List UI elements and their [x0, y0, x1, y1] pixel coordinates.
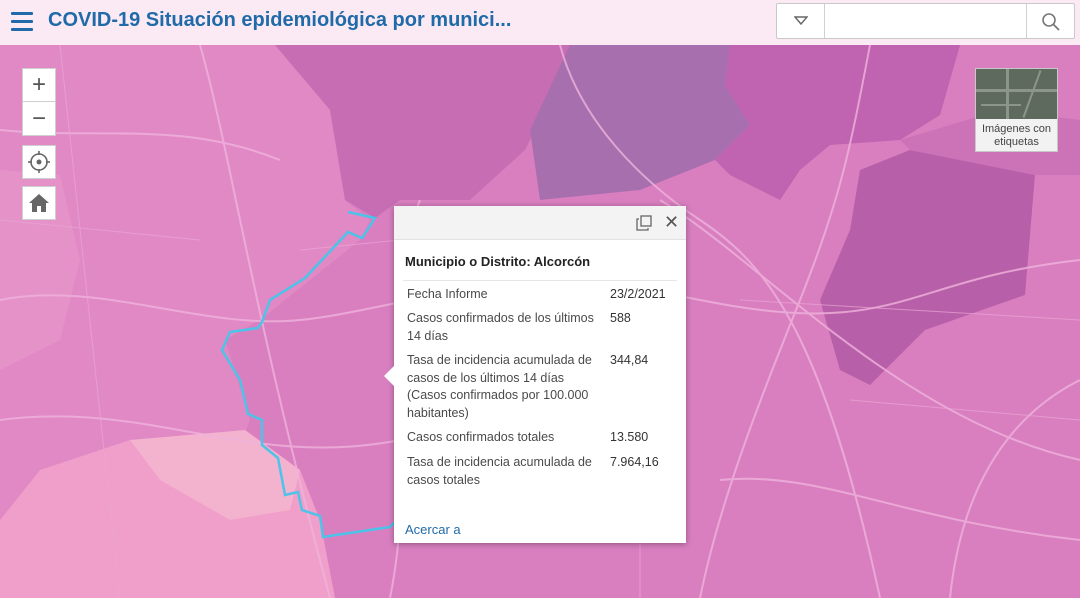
chevron-down-icon — [794, 16, 808, 26]
popup-pointer — [384, 366, 394, 386]
search-input[interactable] — [826, 4, 1026, 38]
search-box — [776, 3, 1075, 39]
field-value-tasa-totales: 7.964,16 — [610, 455, 659, 469]
home-icon — [29, 194, 49, 212]
field-label-casos-14: Casos confirmados de los últimos 14 días — [407, 311, 594, 343]
app-header: COVID-19 Situación epidemiológica por mu… — [0, 0, 1080, 45]
zoom-to-link[interactable]: Acercar a — [405, 522, 461, 537]
close-icon[interactable]: ✕ — [664, 212, 679, 232]
basemap-label: Imágenes con etiquetas — [981, 123, 1052, 148]
feature-popup: ✕ Municipio o Distrito: Alcorcón Fecha I… — [384, 206, 686, 543]
popup-title: Municipio o Distrito: Alcorcón — [405, 254, 591, 269]
field-label-tasa-14: Tasa de incidencia acumulada de casos de… — [407, 353, 592, 420]
basemap-toggle[interactable]: Imágenes con etiquetas — [975, 68, 1058, 152]
page-title: COVID-19 Situación epidemiológica por mu… — [48, 9, 512, 31]
popup-divider — [403, 280, 677, 281]
locate-button[interactable] — [22, 145, 56, 179]
zoom-out-button[interactable]: − — [22, 102, 56, 136]
maximize-icon[interactable] — [636, 215, 652, 231]
field-value-casos-totales: 13.580 — [610, 430, 649, 444]
search-source-dropdown[interactable] — [777, 4, 825, 38]
zoom-in-button[interactable]: + — [22, 68, 56, 102]
field-value-fecha: 23/2/2021 — [610, 287, 666, 301]
field-label-casos-totales: Casos confirmados totales — [407, 430, 555, 444]
field-label-tasa-totales: Tasa de incidencia acumulada de casos to… — [407, 455, 592, 487]
hamburger-menu-icon[interactable] — [11, 12, 33, 32]
basemap-thumbnail — [976, 69, 1057, 119]
search-button[interactable] — [1026, 4, 1074, 38]
field-value-tasa-14: 344,84 — [610, 353, 649, 367]
locate-icon — [28, 151, 50, 173]
popup-toolbar: ✕ — [394, 206, 686, 240]
field-value-casos-14: 588 — [610, 311, 631, 325]
field-label-fecha: Fecha Informe — [407, 287, 488, 301]
search-icon — [1042, 13, 1060, 31]
home-button[interactable] — [22, 186, 56, 220]
